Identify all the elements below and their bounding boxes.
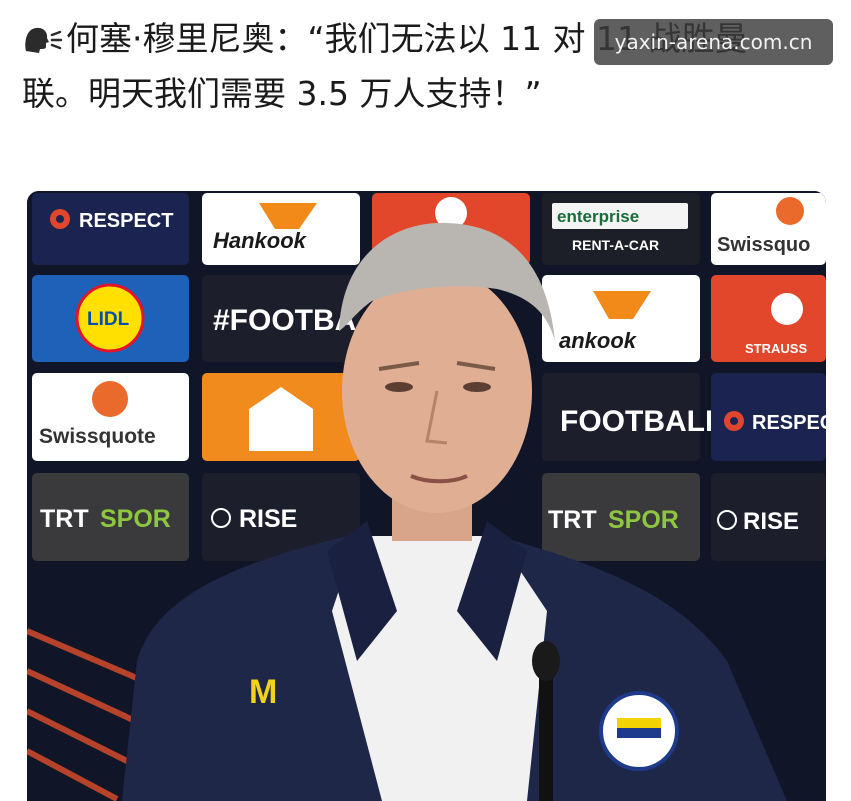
sponsor-hankook-cut-text: ankook bbox=[559, 328, 638, 353]
sponsor-respect-text: RESPECT bbox=[79, 210, 173, 232]
sponsor-lidl-text: LIDL bbox=[87, 309, 130, 330]
sponsor-board-hankook-1: Hankook bbox=[202, 193, 360, 265]
sponsor-board-trtspor-1: TRT SPOR bbox=[32, 473, 189, 561]
sponsor-hankook-text: Hankook bbox=[213, 228, 308, 253]
sponsor-swissquote-text: Swissquote bbox=[39, 425, 156, 448]
sponsor-board-fastfood bbox=[202, 373, 360, 461]
sponsor-board-lidl: LIDL bbox=[32, 275, 189, 362]
press-conference-photo: RESPECT Hankook enterprise RENT-A-CAR Sw… bbox=[27, 191, 826, 801]
speaking-head-icon bbox=[22, 19, 63, 69]
sponsor-strauss-text: STRAUSS bbox=[745, 341, 807, 356]
sponsor-board-football-2: FOOTBALL bbox=[542, 373, 723, 461]
sponsor-board-rise-2: RISE bbox=[711, 473, 826, 561]
sponsor-respect-cut-text: RESPEC bbox=[752, 412, 826, 434]
sponsor-trt-2-text: TRT bbox=[548, 506, 597, 534]
sponsor-board-strauss: STRAUSS bbox=[711, 275, 826, 362]
site-watermark: yaxin-arena.com.cn bbox=[594, 19, 833, 65]
sponsor-football-text: FOOTBALL bbox=[560, 405, 723, 438]
sponsor-board-swissquote-1: Swissquo bbox=[711, 193, 826, 265]
sponsor-rise-text: RISE bbox=[239, 505, 297, 533]
sponsor-board-respect: RESPECT bbox=[32, 193, 189, 265]
sponsor-rise-2-text: RISE bbox=[743, 508, 799, 535]
sponsor-football-cut-text: #FOOTBA bbox=[213, 304, 356, 337]
sponsor-swissquote-cut-text: Swissquo bbox=[717, 234, 810, 256]
sponsor-spor-text: SPOR bbox=[100, 505, 171, 533]
sponsor-board-respect-2: RESPEC bbox=[711, 373, 826, 461]
sponsor-board-enterprise: enterprise RENT-A-CAR bbox=[542, 193, 700, 265]
sponsor-board-hankook-2: ankook bbox=[542, 275, 700, 362]
sponsor-rentacar-text: RENT-A-CAR bbox=[572, 237, 659, 253]
jacket-logo-m-icon: M bbox=[249, 673, 277, 711]
caption-line-2: 联。明天我们需要 3.5 万人支持！” bbox=[22, 74, 542, 113]
sponsor-spor-2-text: SPOR bbox=[608, 506, 679, 534]
sponsor-trt-text: TRT bbox=[40, 505, 89, 533]
sponsor-board-trtspor-2: TRT SPOR bbox=[542, 473, 700, 561]
microphone-icon bbox=[539, 661, 553, 801]
sponsor-board-football-1: #FOOTBA bbox=[202, 275, 360, 362]
sponsor-board-swissquote-2: Swissquote bbox=[32, 373, 189, 461]
sponsor-enterprise-text: enterprise bbox=[557, 207, 639, 226]
